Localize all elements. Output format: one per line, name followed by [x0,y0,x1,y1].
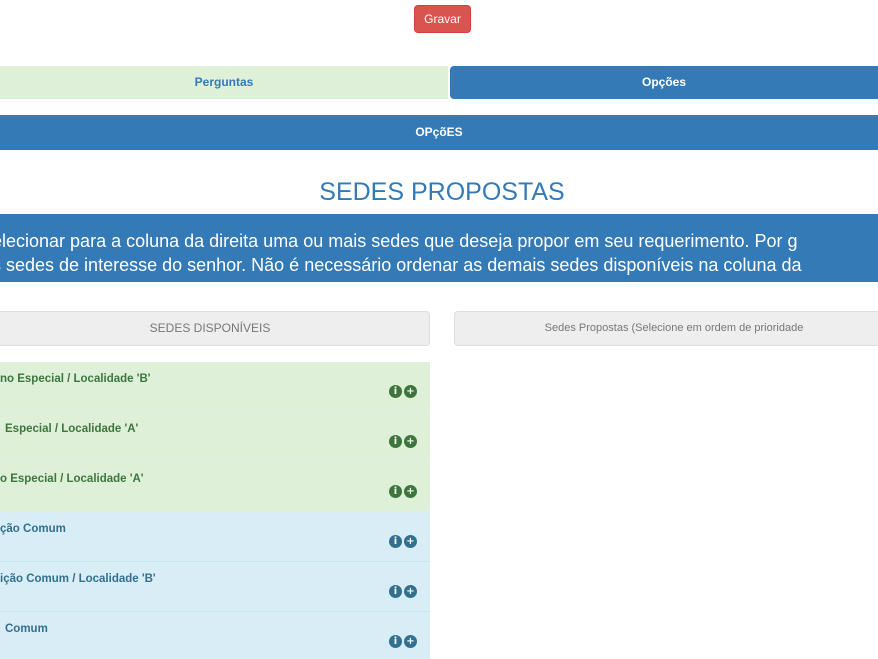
available-sedes-header: SEDES DISPONÍVEIS [0,311,430,346]
plus-circle-icon[interactable]: + [404,435,417,448]
sede-label: ição Comum / Localidade 'B' [0,573,156,585]
available-sedes-list: no Especial / Localidade 'B' i + Especial… [0,362,430,659]
info-circle-icon[interactable]: i [389,435,402,448]
info-circle-icon[interactable]: i [389,635,402,648]
sede-label: Especial / Localidade 'A' [5,423,139,435]
list-item[interactable]: ção Comum i + [0,512,430,562]
sede-label: Comum [5,623,48,635]
instructions-panel: elecionar para a coluna da direita uma o… [0,214,878,282]
tab-opcoes[interactable]: Opções [450,66,878,99]
plus-circle-icon[interactable]: + [404,535,417,548]
section-header: OPçõES [0,115,878,150]
instructions-line-1: elecionar para a coluna da direita uma o… [0,231,798,251]
list-item[interactable]: Especial / Localidade 'A' i + [0,412,430,462]
sede-label: o Especial / Localidade 'A' [0,473,144,485]
info-circle-icon[interactable]: i [389,385,402,398]
plus-circle-icon[interactable]: + [404,385,417,398]
plus-circle-icon[interactable]: + [404,585,417,598]
sede-label: ção Comum [0,523,66,535]
info-circle-icon[interactable]: i [389,585,402,598]
save-button[interactable]: Gravar [414,5,471,33]
tab-perguntas[interactable]: Perguntas [0,66,448,99]
proposed-sedes-header: Sedes Propostas (Selecione em ordem de p… [454,311,878,346]
instructions-line-2: s sedes de interesse do senhor. Não é ne… [0,255,802,275]
list-item[interactable]: no Especial / Localidade 'B' i + [0,362,430,412]
plus-circle-icon[interactable]: + [404,635,417,648]
info-circle-icon[interactable]: i [389,535,402,548]
sede-label: no Especial / Localidade 'B' [0,373,151,385]
page-title: SEDES PROPOSTAS [319,178,565,206]
list-item[interactable]: ição Comum / Localidade 'B' i + [0,562,430,612]
list-item[interactable]: o Especial / Localidade 'A' i + [0,462,430,512]
plus-circle-icon[interactable]: + [404,485,417,498]
info-circle-icon[interactable]: i [389,485,402,498]
list-item[interactable]: Comum i + [0,612,430,659]
